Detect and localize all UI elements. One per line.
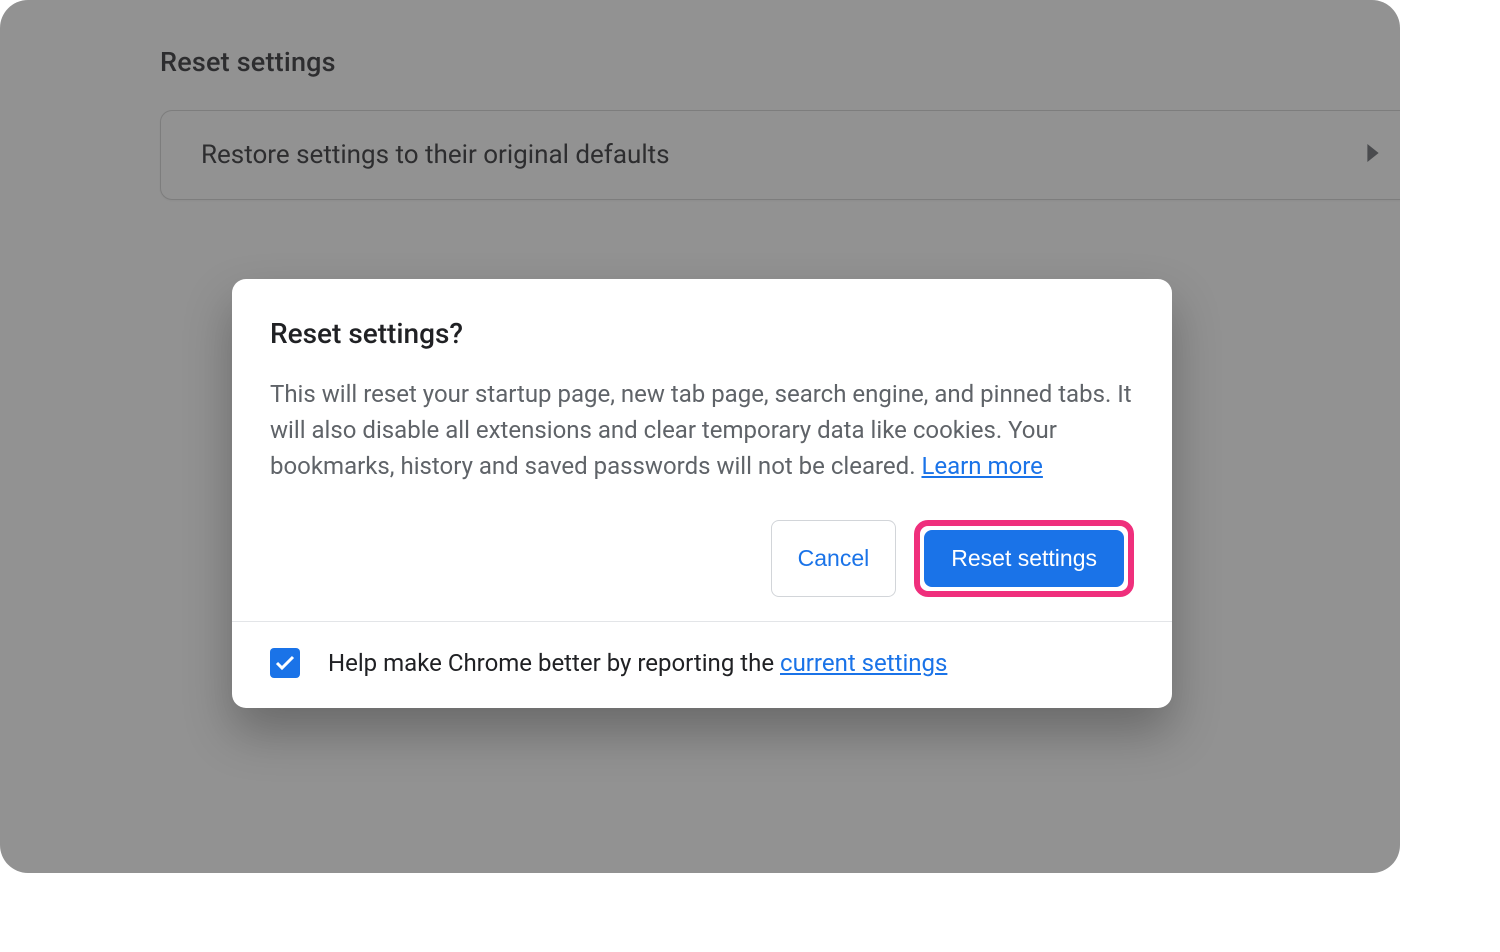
report-settings-label: Help make Chrome better by reporting the… <box>328 649 947 677</box>
cancel-button[interactable]: Cancel <box>771 520 897 597</box>
dialog-actions: Cancel Reset settings <box>270 520 1134 597</box>
current-settings-link[interactable]: current settings <box>780 649 947 677</box>
confirm-button-highlight: Reset settings <box>914 520 1134 597</box>
settings-page-frame: Reset settings Restore settings to their… <box>0 0 1400 873</box>
dialog-footer: Help make Chrome better by reporting the… <box>232 621 1172 708</box>
report-settings-checkbox[interactable] <box>270 648 300 678</box>
report-settings-text: Help make Chrome better by reporting the <box>328 649 780 677</box>
learn-more-link[interactable]: Learn more <box>921 452 1042 480</box>
reset-settings-dialog: Reset settings? This will reset your sta… <box>232 279 1172 708</box>
dialog-title: Reset settings? <box>270 317 1134 350</box>
dialog-body: This will reset your startup page, new t… <box>270 376 1134 484</box>
reset-settings-button[interactable]: Reset settings <box>924 530 1124 587</box>
